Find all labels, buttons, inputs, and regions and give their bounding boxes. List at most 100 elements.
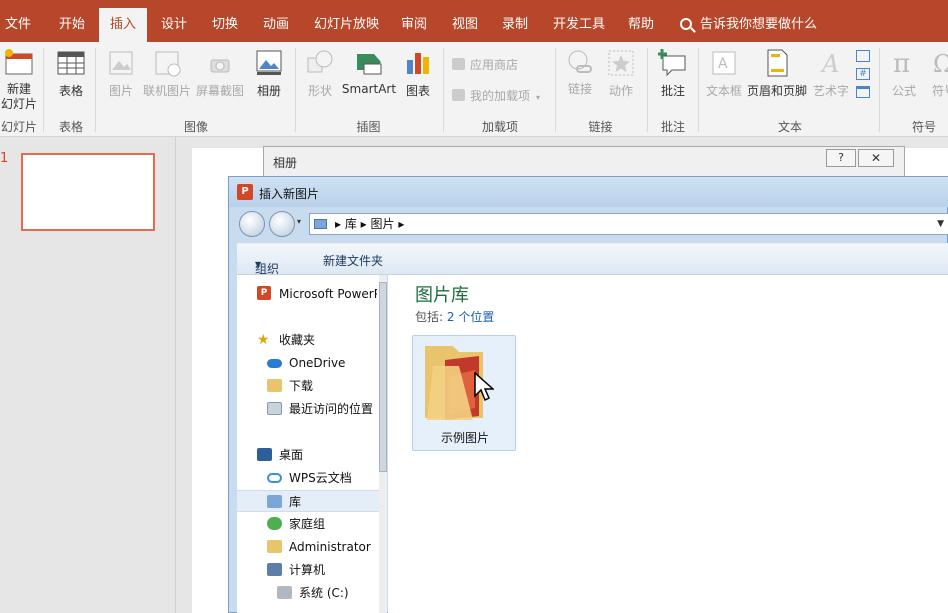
help-button[interactable]: ? bbox=[826, 149, 856, 167]
slide-number-icon[interactable]: # bbox=[856, 68, 870, 80]
nav-scrollbar[interactable] bbox=[379, 275, 387, 613]
nav-label: 系统 (C:) bbox=[299, 586, 349, 600]
screenshot-button[interactable]: 屏幕截图 bbox=[196, 48, 244, 99]
store-icon bbox=[452, 58, 465, 70]
nav-item-computer[interactable]: 计算机 bbox=[237, 559, 379, 581]
nav-item-drive-c[interactable]: 系统 (C:) bbox=[237, 582, 379, 604]
folder-sample-pictures[interactable]: 示例图片 bbox=[412, 335, 516, 451]
nav-item-onedrive[interactable]: OneDrive bbox=[237, 352, 379, 374]
picture-folder-icon bbox=[425, 346, 483, 420]
chevron-down-icon[interactable]: ▼ bbox=[937, 214, 944, 234]
nav-item-homegroup[interactable]: 家庭组 bbox=[237, 513, 379, 535]
tab-view[interactable]: 视图 bbox=[452, 8, 478, 42]
link-button[interactable]: 链接 bbox=[562, 48, 598, 96]
nav-item-desktop[interactable]: 桌面 bbox=[237, 444, 379, 466]
date-time-icon[interactable] bbox=[856, 50, 870, 62]
photo-album-icon bbox=[256, 50, 282, 75]
my-addins-button[interactable]: 我的加载项 ▾ bbox=[452, 87, 540, 104]
tab-transitions[interactable]: 切换 bbox=[212, 8, 238, 42]
wordart-button[interactable]: A 艺术字 bbox=[812, 48, 850, 99]
tab-review[interactable]: 审阅 bbox=[401, 8, 427, 42]
smartart-icon bbox=[357, 54, 382, 75]
nav-item-library[interactable]: 库 bbox=[237, 490, 379, 512]
back-button[interactable] bbox=[239, 211, 265, 237]
tab-home[interactable]: 开始 bbox=[59, 8, 85, 42]
new-slide-button[interactable]: 新建 幻灯片 bbox=[0, 48, 38, 112]
group-comments-label: 批注 bbox=[660, 120, 685, 134]
ribbon-insert: 新建 幻灯片 幻灯片 表格 表格 图片 联机图片 屏幕截图 相册 图像 形状 S… bbox=[0, 42, 948, 137]
breadcrumb-pictures[interactable]: 图片 bbox=[371, 217, 395, 231]
header-footer-icon bbox=[767, 49, 788, 77]
nav-item-administrator[interactable]: Administrator bbox=[237, 536, 379, 558]
wps-cloud-icon bbox=[267, 473, 282, 483]
shapes-label: 形状 bbox=[307, 84, 332, 98]
online-picture-icon bbox=[155, 51, 181, 77]
tab-help[interactable]: 帮助 bbox=[628, 8, 654, 42]
group-divider bbox=[647, 48, 648, 132]
table-label: 表格 bbox=[58, 84, 83, 98]
close-button[interactable]: ✕ bbox=[858, 149, 894, 167]
powerpoint-window: 文件 开始 插入 设计 切换 动画 幻灯片放映 审阅 视图 录制 开发工具 帮助… bbox=[0, 0, 948, 613]
header-footer-label: 页眉和页脚 bbox=[746, 84, 807, 98]
tab-design[interactable]: 设计 bbox=[161, 8, 187, 42]
svg-text:A: A bbox=[820, 50, 839, 78]
nav-item-powerpoint[interactable]: P Microsoft PowerPoint bbox=[237, 283, 379, 305]
nav-item-favorites[interactable]: ★ 收藏夹 bbox=[237, 329, 379, 351]
tab-animations[interactable]: 动画 bbox=[263, 8, 289, 42]
equation-button[interactable]: π 公式 bbox=[886, 48, 922, 99]
tab-slideshow[interactable]: 幻灯片放映 bbox=[314, 8, 379, 42]
action-star-icon bbox=[608, 50, 634, 76]
nav-item-wps-cloud[interactable]: WPS云文档 bbox=[237, 467, 379, 489]
tab-file[interactable]: 文件 bbox=[5, 8, 31, 42]
action-button[interactable]: 动作 bbox=[603, 48, 639, 99]
tab-insert[interactable]: 插入 bbox=[99, 8, 147, 42]
file-content-area: 图片库 包括: 2 个位置 示例图片 bbox=[388, 275, 948, 613]
includes-locations-link[interactable]: 2 个位置 bbox=[447, 310, 494, 324]
group-text-label: 文本 bbox=[777, 120, 802, 134]
group-illustrations-label: 插图 bbox=[356, 120, 381, 134]
tell-me-search[interactable]: 告诉我你想要做什么 bbox=[680, 8, 817, 42]
smartart-button[interactable]: SmartArt bbox=[341, 48, 397, 96]
link-label: 链接 bbox=[567, 82, 592, 96]
table-button[interactable]: 表格 bbox=[52, 48, 90, 99]
navigation-pane: P Microsoft PowerPoint ★ 收藏夹 OneDrive 下载 最… bbox=[237, 275, 387, 613]
picture-button[interactable]: 图片 bbox=[104, 48, 138, 99]
download-folder-icon bbox=[267, 379, 282, 392]
new-folder-button[interactable]: 新建文件夹 bbox=[323, 252, 383, 269]
equation-label: 公式 bbox=[891, 84, 916, 98]
group-images-label: 图像 bbox=[183, 120, 208, 134]
header-footer-button[interactable]: 页眉和页脚 bbox=[746, 48, 808, 99]
forward-button[interactable] bbox=[269, 211, 295, 237]
breadcrumb-library[interactable]: 库 bbox=[345, 217, 357, 231]
comment-button[interactable]: 批注 bbox=[655, 48, 691, 99]
chart-button[interactable]: 图表 bbox=[402, 48, 434, 99]
tab-record[interactable]: 录制 bbox=[502, 8, 528, 42]
shapes-button[interactable]: 形状 bbox=[303, 48, 337, 99]
address-bar[interactable]: ▸ 库 ▸ 图片 ▸ ▼ bbox=[309, 213, 948, 235]
slide-thumbnail[interactable] bbox=[21, 153, 155, 231]
powerpoint-icon: P bbox=[257, 286, 271, 300]
nav-label: 家庭组 bbox=[289, 517, 326, 531]
nav-item-recent[interactable]: 最近访问的位置 bbox=[237, 398, 379, 420]
app-store-button[interactable]: 应用商店 bbox=[452, 56, 518, 73]
svg-text:Ω: Ω bbox=[933, 50, 948, 78]
scrollbar-thumb[interactable] bbox=[379, 282, 387, 472]
chart-label: 图表 bbox=[405, 84, 430, 98]
slide-number: 1 bbox=[0, 151, 9, 166]
recent-places-icon bbox=[267, 402, 282, 415]
album-button[interactable]: 相册 bbox=[250, 48, 288, 99]
user-folder-icon bbox=[267, 540, 282, 553]
nav-label: 下载 bbox=[289, 379, 314, 393]
group-divider bbox=[879, 48, 880, 132]
tab-developer[interactable]: 开发工具 bbox=[553, 8, 605, 42]
textbox-button[interactable]: A 文本框 bbox=[704, 48, 744, 99]
object-icon[interactable] bbox=[856, 86, 870, 98]
symbol-button[interactable]: Ω 符号 bbox=[926, 48, 948, 99]
includes-label: 包括: bbox=[415, 310, 444, 324]
online-picture-button[interactable]: 联机图片 bbox=[143, 48, 191, 99]
nav-item-downloads[interactable]: 下载 bbox=[237, 375, 379, 397]
chevron-down-icon[interactable]: ▾ bbox=[297, 217, 301, 226]
group-symbols-label: 符号 bbox=[911, 120, 936, 134]
folder-label: 示例图片 bbox=[440, 431, 489, 445]
group-divider bbox=[95, 48, 96, 132]
